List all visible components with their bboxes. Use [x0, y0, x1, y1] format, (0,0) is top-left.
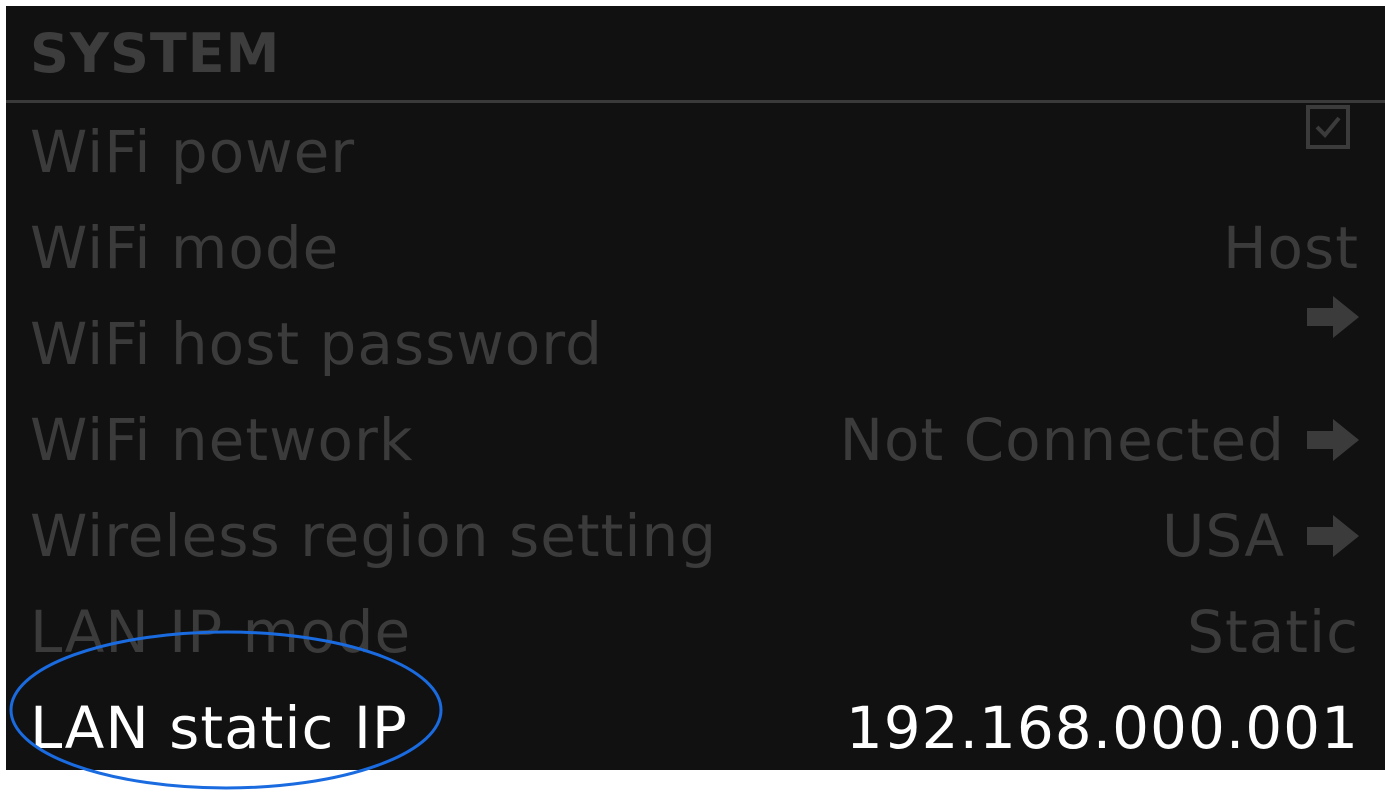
wifi-mode-value: Host	[1222, 214, 1359, 282]
menu-item-value	[1305, 104, 1351, 150]
menu-item-label: WiFi host password	[30, 310, 603, 378]
menu-item-value: USA	[1162, 488, 1359, 584]
menu-item-value: 192.168.000.001	[846, 680, 1359, 770]
menu-item-label: LAN IP mode	[30, 598, 412, 666]
menu-item-label: WiFi network	[30, 406, 414, 474]
menu-item-lan-ip-mode[interactable]: LAN IP mode Static	[6, 584, 1385, 680]
menu-header: SYSTEM	[6, 6, 1385, 103]
arrow-right-icon	[1307, 515, 1359, 557]
menu-item-label: LAN static IP	[30, 694, 408, 762]
menu-item-value	[1307, 296, 1359, 338]
lan-ip-mode-value: Static	[1187, 598, 1359, 666]
system-menu-screen: SYSTEM WiFi power WiFi mode Host WiFi ho…	[6, 6, 1385, 770]
menu-item-wifi-power[interactable]: WiFi power	[6, 104, 1385, 200]
menu-item-label: Wireless region setting	[30, 502, 718, 570]
menu-item-lan-static-ip[interactable]: LAN static IP 192.168.000.001	[6, 680, 1385, 770]
menu-item-label: WiFi power	[30, 118, 356, 186]
menu-item-wireless-region[interactable]: Wireless region setting USA	[6, 488, 1385, 584]
menu-item-wifi-network[interactable]: WiFi network Not Connected	[6, 392, 1385, 488]
wifi-network-value: Not Connected	[839, 406, 1285, 474]
arrow-right-icon	[1307, 296, 1359, 338]
menu-item-wifi-host-password[interactable]: WiFi host password	[6, 296, 1385, 392]
page-title: SYSTEM	[30, 22, 281, 85]
menu-item-wifi-mode[interactable]: WiFi mode Host	[6, 200, 1385, 296]
lan-static-ip-value: 192.168.000.001	[845, 694, 1359, 762]
menu-item-value: Host	[1223, 200, 1359, 296]
menu-item-label: WiFi mode	[30, 214, 340, 282]
menu-item-value: Not Connected	[840, 392, 1359, 488]
wireless-region-value: USA	[1161, 502, 1285, 570]
menu-item-value: Static	[1187, 584, 1359, 680]
checkbox-checked-icon[interactable]	[1305, 104, 1351, 150]
arrow-right-icon	[1307, 419, 1359, 461]
